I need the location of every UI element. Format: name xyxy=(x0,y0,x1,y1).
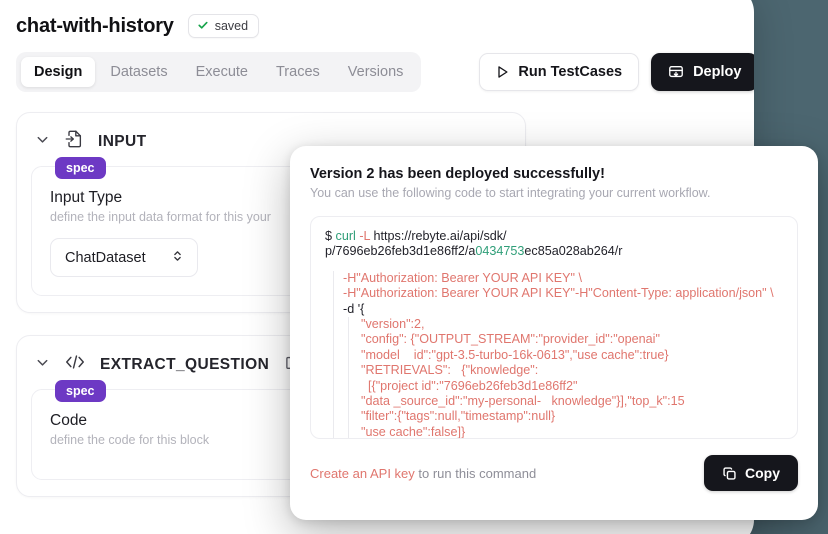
code-line-data-flag: -d '{ xyxy=(343,301,365,316)
code-line-body-2: "config": {"OUTPUT_STREAM":"provider_id"… xyxy=(361,332,660,347)
indent-guide xyxy=(333,270,334,318)
status-badge-saved: saved xyxy=(187,14,260,38)
code-line-header-2: -H"Authorization: Bearer YOUR API KEY"-H… xyxy=(343,286,774,301)
copy-button[interactable]: Copy xyxy=(704,455,798,491)
run-testcases-button[interactable]: Run TestCases xyxy=(479,53,640,91)
code-url-line2-post: ec85a028ab264/r xyxy=(524,244,623,259)
tab-versions[interactable]: Versions xyxy=(335,57,417,87)
code-headers-group: -H"Authorization: Bearer YOUR API KEY" \… xyxy=(325,270,783,318)
code-line-header-1: -H"Authorization: Bearer YOUR API KEY" \ xyxy=(343,270,582,285)
tab-design[interactable]: Design xyxy=(21,57,96,87)
modal-title: Version 2 has been deployed successfully… xyxy=(310,166,605,182)
copy-icon xyxy=(722,466,737,481)
indent-guide xyxy=(348,317,349,438)
code-flag-l: -L xyxy=(359,229,371,243)
code-line-command: $ curl -L https://rebyte.ai/api/sdk/ xyxy=(325,229,783,244)
page-title: chat-with-history xyxy=(16,14,174,37)
api-key-hint: Create an API key to run this command xyxy=(310,466,536,481)
page-header: chat-with-history saved xyxy=(0,0,754,38)
code-brackets-icon xyxy=(64,352,86,377)
code-url-line2-highlight: 0434753 xyxy=(475,244,525,259)
code-line-body-8: "use cache":false]} xyxy=(361,424,466,439)
code-body-group: "version":2, "config": {"OUTPUT_STREAM":… xyxy=(325,317,783,439)
code-url-line2-pre: p/7696eb26feb3d1e86ff2/a xyxy=(325,244,476,259)
spec-badge: spec xyxy=(55,157,106,179)
input-type-select-value: ChatDataset xyxy=(65,249,146,266)
saved-label: saved xyxy=(214,19,249,33)
modal-footer: Create an API key to run this command Co… xyxy=(310,439,798,491)
toolbar-actions: Run TestCases Deploy xyxy=(479,53,754,91)
toolbar: Design Datasets Execute Traces Versions … xyxy=(0,38,754,92)
file-input-icon xyxy=(64,129,84,154)
check-icon xyxy=(197,19,209,33)
code-line-body-5: [{"project id":"7696eb26feb3d1e86ff2" xyxy=(361,378,578,393)
play-icon xyxy=(496,65,509,79)
run-testcases-label: Run TestCases xyxy=(518,64,623,80)
tab-datasets[interactable]: Datasets xyxy=(97,57,180,87)
deploy-icon xyxy=(668,64,684,80)
code-snippet-box[interactable]: $ curl -L https://rebyte.ai/api/sdk/ p/7… xyxy=(310,216,798,439)
indent-guide xyxy=(333,317,334,438)
copy-label: Copy xyxy=(745,465,780,481)
deploy-label: Deploy xyxy=(693,64,742,80)
create-api-key-link[interactable]: Create an API key xyxy=(310,466,415,481)
code-line-body-7: "filter":{"tags":null,"timestamp":null} xyxy=(361,409,556,424)
api-key-hint-text: to run this command xyxy=(414,465,537,481)
shell-prompt: $ xyxy=(325,229,333,243)
deploy-success-modal: Version 2 has been deployed successfully… xyxy=(290,146,818,520)
chevron-updown-icon xyxy=(172,249,183,266)
tab-bar: Design Datasets Execute Traces Versions xyxy=(16,52,422,92)
tab-traces[interactable]: Traces xyxy=(263,57,333,87)
block-extract-question-title: EXTRACT_QUESTION xyxy=(100,355,270,373)
code-line-body-1: "version":2, xyxy=(361,317,425,332)
deploy-button[interactable]: Deploy xyxy=(651,53,754,91)
code-line-body-3: "model id":"gpt-3.5-turbo-16k-0613","use… xyxy=(361,347,669,362)
tab-execute[interactable]: Execute xyxy=(183,57,261,87)
modal-subtitle: You can use the following code to start … xyxy=(310,186,711,200)
block-input-title: INPUT xyxy=(98,132,147,150)
spec-badge: spec xyxy=(55,380,106,402)
chevron-down-icon[interactable] xyxy=(35,132,50,151)
code-curl: curl xyxy=(335,229,356,243)
code-url-line1: https://rebyte.ai/api/sdk/ xyxy=(373,229,507,243)
code-line-body-6: "data _source_id":"my-personal- knowledg… xyxy=(361,394,685,409)
code-line-body-4: "RETRIEVALS": {"knowledge": xyxy=(361,363,539,378)
chevron-down-icon[interactable] xyxy=(35,355,50,374)
code-line-url2: p/7696eb26feb3d1e86ff2/a0434753ec85a028a… xyxy=(325,244,783,259)
input-type-select[interactable]: ChatDataset xyxy=(50,238,198,277)
